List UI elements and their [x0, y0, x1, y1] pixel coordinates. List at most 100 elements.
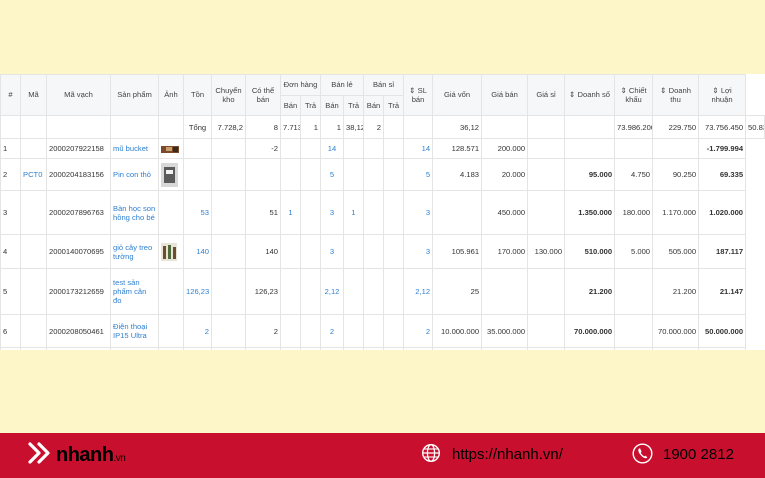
row-wholesale-return[interactable]: [383, 234, 405, 269]
row-retail-return[interactable]: [343, 234, 365, 269]
row-wholesale-price: [527, 158, 566, 191]
row-wholesale-sell[interactable]: [363, 138, 385, 159]
row-profit: 69.335: [698, 158, 747, 191]
row-retail-return[interactable]: [343, 268, 365, 315]
row-code[interactable]: [20, 314, 47, 348]
row-code[interactable]: [20, 190, 47, 235]
row-retail-sell[interactable]: 3: [320, 234, 345, 269]
row-sold-qty[interactable]: 14: [403, 138, 434, 159]
row-image[interactable]: [158, 138, 184, 159]
row-product-link[interactable]: Bàn học son hồng cho bé: [110, 190, 159, 235]
row-image[interactable]: [158, 268, 184, 315]
row-orders-return[interactable]: [299, 314, 322, 348]
row-barcode: 2000204183156: [46, 158, 111, 191]
phone-icon: [632, 443, 653, 464]
row-retail-sell[interactable]: 3: [320, 190, 345, 235]
row-retail-sell[interactable]: 2: [320, 314, 345, 348]
row-product-link[interactable]: Điện thoại IP15 Ultra: [110, 314, 159, 348]
row-sold-qty[interactable]: 2: [403, 314, 434, 348]
row-stock[interactable]: 126,23: [183, 268, 212, 315]
row-orders-return[interactable]: [299, 158, 322, 191]
row-image[interactable]: [158, 190, 184, 235]
row-code[interactable]: [20, 138, 47, 159]
row-code[interactable]: [20, 234, 47, 269]
row-price: 200.000: [481, 138, 529, 159]
row-available: 140: [245, 234, 281, 269]
row-available: [245, 158, 281, 191]
row-stock[interactable]: 53: [183, 190, 212, 235]
row-stock[interactable]: [183, 138, 212, 159]
row-orders-return[interactable]: [299, 138, 322, 159]
row-revenue: 1.350.000: [564, 190, 616, 235]
row-retail-return[interactable]: [343, 158, 365, 191]
row-orders-sell[interactable]: [280, 158, 301, 191]
total-orders-sell: 1: [299, 115, 322, 139]
row-sold-qty[interactable]: 3: [403, 190, 434, 235]
row-income: 1.170.000: [652, 190, 700, 235]
row-wholesale-return[interactable]: [383, 268, 405, 315]
row-index: 1: [0, 138, 21, 159]
row-wholesale-return[interactable]: [383, 158, 405, 191]
row-image[interactable]: [158, 158, 184, 191]
row-stock[interactable]: [183, 158, 212, 191]
row-available: 126,23: [245, 268, 281, 315]
table-row: 1 2000207922158 mũ bucket -2 14 14 128.5…: [0, 138, 765, 159]
row-available: 2: [245, 314, 281, 348]
row-image[interactable]: [158, 314, 184, 348]
row-product-link[interactable]: Pin con thỏ: [110, 158, 159, 191]
row-wholesale-sell[interactable]: [363, 190, 385, 235]
row-income: 70.000.000: [652, 314, 700, 348]
row-wholesale-sell[interactable]: [363, 158, 385, 191]
row-image[interactable]: [158, 234, 184, 269]
row-code[interactable]: PCT0: [20, 158, 47, 191]
table-row-partial: [0, 347, 765, 350]
product-sales-table: # Mã Mã vạch Sản phẩm Ảnh Tồn Chuyển kho…: [0, 74, 765, 350]
hotline-number[interactable]: 1900 2812: [663, 446, 734, 463]
col-revenue-sort[interactable]: ⇕ Doanh số: [564, 74, 616, 116]
row-sold-qty[interactable]: 3: [403, 234, 434, 269]
row-wholesale-sell[interactable]: [363, 314, 385, 348]
total-row: Tổng 7.728,2 8 7.713,2 1 1 38,12 2 36,12…: [0, 115, 765, 139]
row-orders-sell[interactable]: 1: [280, 190, 301, 235]
row-code[interactable]: [20, 268, 47, 315]
row-sold-qty[interactable]: 5: [403, 158, 434, 191]
row-orders-sell[interactable]: [280, 234, 301, 269]
table-row: 4 2000140070695 giỏ cây treo tường 140 1…: [0, 234, 765, 269]
website-link[interactable]: https://nhanh.vn/: [452, 446, 563, 463]
row-transfer: [211, 158, 246, 191]
row-orders-sell[interactable]: [280, 314, 301, 348]
row-retail-sell[interactable]: 14: [320, 138, 345, 159]
row-stock[interactable]: 140: [183, 234, 212, 269]
row-wholesale-sell[interactable]: [363, 234, 385, 269]
row-wholesale-return[interactable]: [383, 190, 405, 235]
row-orders-sell[interactable]: [280, 138, 301, 159]
col-discount-sort[interactable]: ⇕ Chiết khấu: [614, 74, 654, 116]
row-product-link[interactable]: mũ bucket: [110, 138, 159, 159]
col-wholesale-price: Giá sỉ: [527, 74, 566, 116]
col-profit-sort[interactable]: ⇕ Lợi nhuận: [698, 74, 747, 116]
row-wholesale-return[interactable]: [383, 138, 405, 159]
row-barcode: 2000208050461: [46, 314, 111, 348]
row-orders-sell[interactable]: [280, 268, 301, 315]
row-retail-return[interactable]: 1: [343, 190, 365, 235]
row-product-link[interactable]: test sản phẩm cân đo: [110, 268, 159, 315]
row-sold-qty[interactable]: 2,12: [403, 268, 434, 315]
row-orders-return[interactable]: [299, 268, 322, 315]
row-retail-sell[interactable]: 2,12: [320, 268, 345, 315]
row-orders-return[interactable]: [299, 190, 322, 235]
brand-name: nhanh.vn: [56, 444, 126, 467]
row-cost: [432, 190, 483, 235]
row-retail-return[interactable]: [343, 314, 365, 348]
row-product-link[interactable]: giỏ cây treo tường: [110, 234, 159, 269]
col-income-sort[interactable]: ⇕ Doanh thu: [652, 74, 700, 116]
col-orders-return: Trả: [299, 95, 322, 116]
col-retail-sell: Bán: [320, 95, 345, 116]
row-wholesale-return[interactable]: [383, 314, 405, 348]
row-retail-sell[interactable]: 5: [320, 158, 345, 191]
row-retail-return[interactable]: [343, 138, 365, 159]
row-wholesale-sell[interactable]: [363, 268, 385, 315]
row-stock[interactable]: 2: [183, 314, 212, 348]
report-table-panel: # Mã Mã vạch Sản phẩm Ảnh Tồn Chuyển kho…: [0, 74, 765, 350]
row-orders-return[interactable]: [299, 234, 322, 269]
col-sold-qty-sort[interactable]: ⇕ SL bán: [403, 74, 434, 116]
